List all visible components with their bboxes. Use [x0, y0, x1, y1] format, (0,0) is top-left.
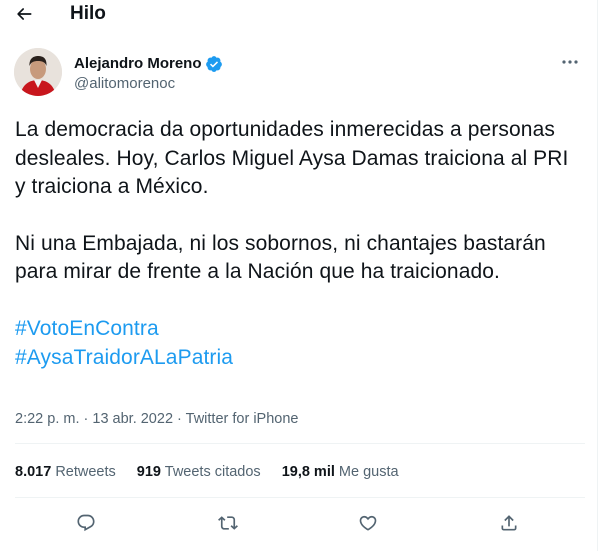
retweet-icon	[218, 516, 238, 530]
action-bar	[0, 510, 598, 538]
back-button[interactable]	[10, 0, 38, 28]
divider	[15, 443, 585, 444]
heart-icon	[359, 515, 377, 531]
retweets-count: 8.017	[15, 464, 52, 480]
tweet-source[interactable]: Twitter for iPhone	[186, 411, 299, 427]
quotes-label: Tweets citados	[164, 464, 261, 480]
avatar-photo-icon	[14, 48, 62, 96]
hashtag-link[interactable]: #AysaTraidorALaPatria	[15, 344, 585, 373]
tweet-stats: 8.017 Retweets 919 Tweets citados 19,8 m…	[15, 463, 420, 481]
tweet-paragraph: Ni una Embajada, ni los sobornos, ni cha…	[15, 231, 546, 284]
page-title: Hilo	[70, 3, 106, 24]
share-button[interactable]	[496, 510, 522, 536]
quotes-stat[interactable]: 919 Tweets citados	[137, 463, 261, 481]
retweet-button[interactable]	[215, 510, 241, 536]
retweets-stat[interactable]: 8.017 Retweets	[15, 463, 116, 481]
hashtag-link[interactable]: #VotoEnContra	[15, 315, 585, 344]
verified-badge-icon	[205, 56, 222, 72]
reply-icon	[77, 514, 95, 532]
tweet-paragraph: La democracia da oportunidades inmerecid…	[15, 118, 569, 199]
author-name[interactable]: Alejandro Moreno	[74, 55, 223, 73]
author-name-text: Alejandro Moreno	[74, 55, 202, 72]
tweet-text: La democracia da oportunidades inmerecid…	[15, 116, 585, 372]
like-button[interactable]	[355, 510, 381, 536]
arrow-left-icon	[17, 8, 32, 20]
tweet-time[interactable]: 2:22 p. m.	[15, 411, 79, 427]
more-horizontal-icon	[562, 60, 578, 64]
likes-stat[interactable]: 19,8 mil Me gusta	[282, 463, 399, 481]
quotes-count: 919	[136, 464, 161, 480]
author-handle[interactable]: @alitomorenoc	[74, 75, 175, 93]
divider	[15, 497, 585, 498]
likes-count: 19,8 mil	[281, 464, 335, 480]
tweet-metadata: 2:22 p. m. · 13 abr. 2022 · Twitter for …	[15, 410, 298, 428]
share-icon	[501, 515, 517, 531]
more-options-button[interactable]	[556, 52, 584, 72]
reply-button[interactable]	[73, 510, 99, 536]
thread-view: Hilo Alejandro Moreno @alitomorenoc La d…	[0, 0, 598, 551]
tweet-date[interactable]: 13 abr. 2022	[92, 411, 173, 427]
thread-header: Hilo	[0, 0, 598, 30]
separator-dot: ·	[177, 411, 186, 427]
retweets-label: Retweets	[55, 464, 116, 480]
likes-label: Me gusta	[338, 464, 399, 480]
avatar[interactable]	[14, 48, 62, 96]
